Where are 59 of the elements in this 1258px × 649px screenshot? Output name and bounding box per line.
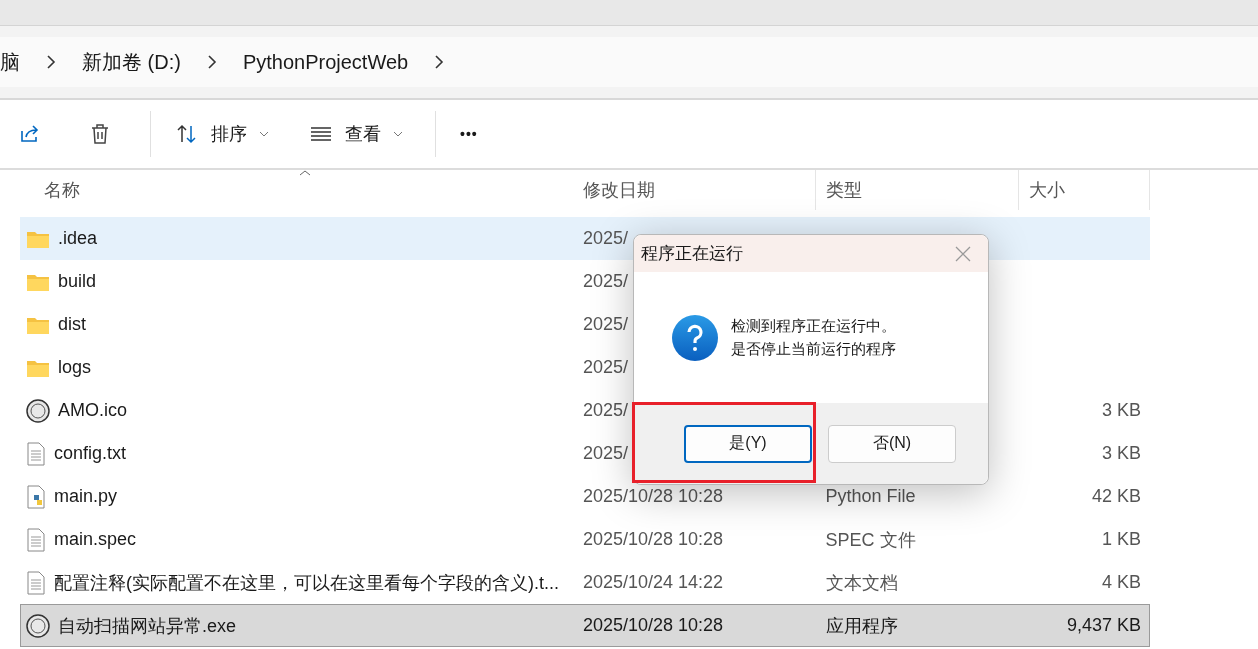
dialog-message: 是否停止当前运行的程序 <box>731 339 896 359</box>
sort-icon <box>175 122 199 146</box>
breadcrumb-item[interactable]: 新加卷 (D:) <box>82 48 207 76</box>
yes-button[interactable]: 是(Y) <box>684 424 812 463</box>
breadcrumb-item[interactable]: PythonProjectWeb <box>242 50 435 74</box>
size-cell: 1 KB <box>1102 529 1141 550</box>
more-button[interactable]: ••• <box>452 120 486 148</box>
breadcrumb-item[interactable]: 脑 <box>0 48 46 76</box>
question-icon <box>671 313 719 362</box>
type-cell-text: 应用程序 <box>825 614 898 638</box>
chevron-icon[interactable] <box>206 54 217 70</box>
type-cell-text: 文本文档 <box>825 571 898 595</box>
caret-icon <box>259 131 269 137</box>
date-cell: 2025/10/28 10:28 <box>583 529 724 550</box>
size-cell: 3 KB <box>1102 400 1141 421</box>
chevron-icon[interactable] <box>434 54 445 70</box>
view-button[interactable]: 查看 <box>301 116 411 152</box>
column-header[interactable]: 修改日期 <box>583 178 655 202</box>
file-name: dist <box>58 314 86 335</box>
document-icon <box>26 570 46 595</box>
date-cell: 2025/10/24 14:22 <box>583 572 724 593</box>
python-file-icon <box>26 484 46 509</box>
date-cell: 2025/ <box>583 271 629 292</box>
date-cell: 2025/10/28 10:28 <box>583 486 724 507</box>
caret-icon <box>393 131 403 137</box>
file-name: 自动扫描网站异常.exe <box>58 614 237 638</box>
dialog-message: 检测到程序正在运行中。 <box>731 316 896 336</box>
file-name: config.txt <box>54 443 127 464</box>
document-icon <box>26 527 46 552</box>
type-cell: Python File <box>825 486 916 507</box>
file-name: .idea <box>58 228 98 249</box>
file-name: build <box>58 271 97 292</box>
chevron-icon[interactable] <box>46 54 56 70</box>
date-cell: 2025/ <box>583 443 629 464</box>
column-header[interactable]: 类型 <box>826 178 862 202</box>
size-cell: 3 KB <box>1102 443 1141 464</box>
file-name: main.py <box>54 486 118 507</box>
document-icon <box>26 441 46 466</box>
date-cell: 2025/ <box>583 400 629 421</box>
date-cell: 2025/ <box>583 314 629 335</box>
file-name: logs <box>58 357 92 378</box>
badge-icon <box>26 613 50 638</box>
date-cell: 2025/10/28 10:28 <box>583 615 724 636</box>
file-row[interactable]: 自动扫描网站异常.exe 2025/10/28 10:28 应用程序 9,437 KB <box>20 604 1150 647</box>
type-cell-text: SPEC 文件 <box>825 528 916 552</box>
date-cell: 2025/ <box>583 357 629 378</box>
date-cell: 2025/ <box>583 228 629 249</box>
file-name: 配置注释(实际配置不在这里，可以在这里看每个字段的含义).t... <box>54 571 559 595</box>
address-bar[interactable]: 脑 新加卷 (D:) PythonProjectWeb <box>0 37 1258 87</box>
file-name: main.spec <box>54 529 137 550</box>
badge-icon <box>26 398 50 423</box>
column-header[interactable]: 名称 <box>44 178 80 202</box>
sort-button[interactable]: 排序 <box>167 116 277 152</box>
column-header[interactable]: 大小 <box>1029 178 1065 202</box>
size-cell: 42 KB <box>1091 486 1141 507</box>
size-cell: 9,437 KB <box>1066 615 1141 636</box>
size-cell: 4 KB <box>1102 572 1141 593</box>
file-name: AMO.ico <box>58 400 127 421</box>
no-button[interactable]: 否(N) <box>828 424 956 463</box>
